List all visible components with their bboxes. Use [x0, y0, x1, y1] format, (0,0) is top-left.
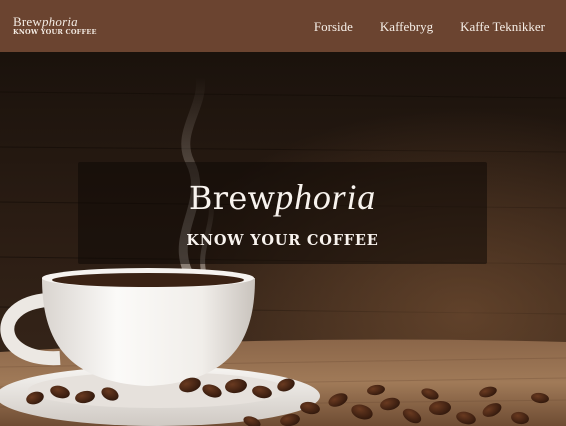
hero-title: Brewphoria — [78, 176, 487, 218]
logo-tagline: KNOW YOUR COFFEE — [13, 28, 97, 36]
logo[interactable]: Brewphoria KNOW YOUR COFFEE — [13, 15, 97, 36]
main-nav: Forside Kaffebryg Kaffe Teknikker — [314, 19, 545, 35]
hero-tagline: KNOW YOUR COFFEE — [186, 232, 379, 249]
hero-title-italic: phoria — [275, 177, 377, 217]
logo-wordmark: Brewphoria — [13, 15, 97, 28]
nav-link-kaffe-teknikker[interactable]: Kaffe Teknikker — [460, 19, 545, 35]
navbar: Brewphoria KNOW YOUR COFFEE Forside Kaff… — [0, 0, 566, 52]
hero-banner: Brewphoria KNOW YOUR COFFEE — [78, 162, 487, 264]
nav-link-kaffebryg[interactable]: Kaffebryg — [380, 19, 433, 35]
nav-link-forside[interactable]: Forside — [314, 19, 353, 35]
logo-wordmark-regular: Brew — [13, 14, 42, 29]
logo-wordmark-italic: phoria — [41, 14, 78, 29]
hero-section: Brewphoria KNOW YOUR COFFEE — [0, 52, 566, 426]
hero-title-regular: Brew — [188, 179, 276, 217]
